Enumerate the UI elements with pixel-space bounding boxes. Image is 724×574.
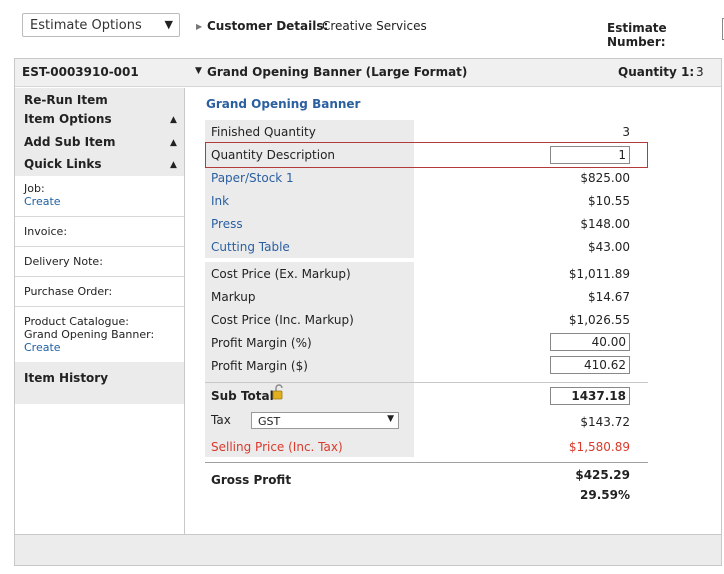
cost-item-cutting-table[interactable]: Cutting Table xyxy=(211,240,290,254)
product-catalogue-create-link[interactable]: Create xyxy=(24,341,61,354)
customer-details-label[interactable]: Customer Details: xyxy=(207,19,328,33)
estimate-options-label: Estimate Options xyxy=(30,18,142,33)
panel-footer xyxy=(15,534,721,565)
item-history-link[interactable]: Item History xyxy=(24,371,108,385)
profit-margin-dollar-input[interactable]: 410.62 xyxy=(550,356,630,374)
cost-item-press[interactable]: Press xyxy=(211,217,243,231)
cost-item-ink[interactable]: Ink xyxy=(211,194,229,208)
cost-items-background xyxy=(205,120,414,258)
cost-price-inc-value: $1,026.55 xyxy=(568,313,630,327)
estimate-number-label: Estimate Number: xyxy=(607,21,667,49)
profit-margin-dollar-label: Profit Margin ($) xyxy=(211,359,308,373)
cost-item-paper-stock-value: $825.00 xyxy=(580,171,630,185)
tax-value: $143.72 xyxy=(580,415,630,429)
cost-price-ex-value: $1,011.89 xyxy=(568,267,630,281)
purchase-order-label: Purchase Order: xyxy=(24,285,113,298)
section-title: Grand Opening Banner xyxy=(206,97,361,111)
gross-profit-divider xyxy=(205,462,648,463)
tax-selected-value: GST xyxy=(258,415,281,428)
product-catalogue-item: Grand Opening Banner: xyxy=(24,328,155,341)
delivery-note-label: Delivery Note: xyxy=(24,255,103,268)
selling-price-label: Selling Price (Inc. Tax) xyxy=(211,440,343,454)
finished-quantity-value: 3 xyxy=(622,125,630,139)
estimate-options-dropdown[interactable]: Estimate Options ▼ xyxy=(22,13,180,37)
caret-up-icon[interactable]: ▲ xyxy=(170,138,177,148)
profit-margin-pct-label: Profit Margin (%) xyxy=(211,336,312,350)
cost-item-paper-stock[interactable]: Paper/Stock 1 xyxy=(211,171,294,185)
markup-label: Markup xyxy=(211,290,256,304)
selling-price-value: $1,580.89 xyxy=(568,440,630,454)
chevron-down-icon: ▼ xyxy=(387,414,394,424)
product-catalogue-label: Product Catalogue: xyxy=(24,315,129,328)
cost-item-cutting-table-value: $43.00 xyxy=(588,240,630,254)
cost-item-press-value: $148.00 xyxy=(580,217,630,231)
add-sub-item-link[interactable]: Add Sub Item xyxy=(24,135,115,149)
item-title[interactable]: Grand Opening Banner (Large Format) xyxy=(207,65,467,79)
quantity-description-label: Quantity Description xyxy=(211,148,336,162)
rerun-item-link[interactable]: Re-Run Item xyxy=(24,93,108,107)
chevron-down-icon: ▼ xyxy=(164,18,173,31)
cost-item-ink-value: $10.55 xyxy=(588,194,630,208)
panel-divider xyxy=(184,88,185,534)
item-options-link[interactable]: Item Options xyxy=(24,112,112,126)
expand-arrow-icon[interactable]: ▶ xyxy=(196,22,202,31)
tax-select[interactable]: GST ▼ xyxy=(251,412,399,429)
quick-links-header[interactable]: Quick Links xyxy=(24,157,102,171)
gross-profit-label: Gross Profit xyxy=(211,473,292,487)
estimate-item-id: EST-0003910-001 xyxy=(22,65,139,79)
caret-up-icon[interactable]: ▲ xyxy=(170,160,177,170)
markup-value: $14.67 xyxy=(588,290,630,304)
gross-profit-percent: 29.59% xyxy=(580,488,630,502)
finished-quantity-label: Finished Quantity xyxy=(211,125,316,139)
cost-price-inc-label: Cost Price (Inc. Markup) xyxy=(211,313,354,327)
quantity-description-input[interactable]: 1 xyxy=(550,146,630,164)
subtotal-divider xyxy=(205,382,648,383)
unlock-icon[interactable] xyxy=(272,384,286,403)
job-label: Job: xyxy=(24,182,45,195)
collapse-arrow-icon[interactable]: ▼ xyxy=(195,66,202,76)
profit-margin-pct-input[interactable]: 40.00 xyxy=(550,333,630,351)
quantity-value: 3 xyxy=(696,65,704,79)
quantity-label: Quantity 1: xyxy=(618,65,695,79)
caret-up-icon[interactable]: ▲ xyxy=(170,115,177,125)
invoice-label: Invoice: xyxy=(24,225,68,238)
sub-total-input[interactable]: 1437.18 xyxy=(550,387,630,405)
customer-name: Creative Services xyxy=(322,19,427,33)
gross-profit-value: $425.29 xyxy=(575,468,630,482)
tax-label: Tax xyxy=(211,413,231,427)
cost-price-ex-label: Cost Price (Ex. Markup) xyxy=(211,267,351,281)
sub-total-label: Sub Total xyxy=(211,389,274,403)
job-create-link[interactable]: Create xyxy=(24,195,61,208)
